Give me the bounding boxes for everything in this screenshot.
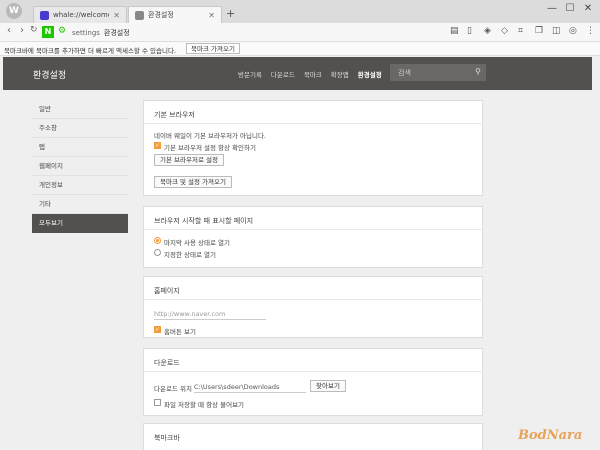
divider xyxy=(144,229,484,230)
naver-home-icon[interactable]: N xyxy=(42,26,54,38)
browse-button[interactable]: 찾아보기 xyxy=(310,380,346,392)
section-title: 기본 브라우저 xyxy=(154,111,195,119)
settings-page-icon: ⚙ xyxy=(58,26,67,36)
radio-label: 마지막 사용 상태로 열기 xyxy=(164,239,230,247)
url-field[interactable]: settings 환경설정 xyxy=(72,28,130,38)
divider xyxy=(144,371,484,372)
menu-bookmarks[interactable]: 북마크 xyxy=(304,69,322,79)
settings-header: 환경설정 방문기록 다운로드 북마크 확장앱 환경설정 검색 ⚲ xyxy=(3,57,597,90)
new-tab-button[interactable]: + xyxy=(226,8,235,20)
url-scheme: settings xyxy=(72,29,100,37)
tab-label: 환경설정 xyxy=(148,11,174,19)
whale-logo-icon[interactable]: W xyxy=(6,3,22,19)
title-bar: W whale://welcome ✕ 환경설정 ✕ + — ☐ ✕ xyxy=(0,0,600,23)
copy-icon[interactable]: ❐ xyxy=(535,26,543,36)
search-icon[interactable]: ⚲ xyxy=(475,67,481,76)
watermark-logo: BodNara xyxy=(518,428,583,443)
maximize-button[interactable]: ☐ xyxy=(562,3,578,14)
menu-downloads[interactable]: 다운로드 xyxy=(271,69,295,79)
url-title: 환경설정 xyxy=(103,29,130,37)
top-menu: 방문기록 다운로드 북마크 확장앱 환경설정 xyxy=(238,69,382,79)
bookmark-notice-bar: 북마크바에 북마크를 추가하면 더 빠르게 액세스할 수 있습니다. 북마크 가… xyxy=(0,42,600,56)
whale-favicon-icon xyxy=(40,10,49,20)
menu-settings[interactable]: 환경설정 xyxy=(358,69,382,79)
default-browser-status: 네이버 웨일이 기본 브라우저가 아닙니다. xyxy=(154,132,266,140)
crop-icon[interactable]: ⌗ xyxy=(518,26,523,36)
homepage-url-input[interactable]: http://www.naver.com xyxy=(154,309,266,320)
settings-sidebar: 일반 주소창 탭 웹페이지 개인정보 기타 모두보기 xyxy=(32,100,128,233)
sidebar-item-webpage[interactable]: 웹페이지 xyxy=(32,157,128,176)
settings-favicon-icon xyxy=(135,10,144,20)
default-browser-card: 기본 브라우저 네이버 웨일이 기본 브라우저가 아닙니다. ✓ 기본 브라우저… xyxy=(143,100,484,196)
radio-label: 지정한 상태로 열기 xyxy=(164,251,216,259)
sidebar-item-privacy[interactable]: 개인정보 xyxy=(32,176,128,195)
shield-icon[interactable]: ◈ xyxy=(484,26,491,36)
set-default-browser-button[interactable]: 기본 브라우저로 설정 xyxy=(154,154,224,166)
search-input[interactable]: 검색 ⚲ xyxy=(390,64,486,81)
startup-card: 브라우저 시작할 때 표시할 페이지 마지막 사용 상태로 열기 지정한 상태로… xyxy=(143,206,484,268)
tab-settings[interactable]: 환경설정 ✕ xyxy=(128,6,222,23)
sidebar-item-show-all[interactable]: 모두보기 xyxy=(32,214,128,233)
mobile-window-icon[interactable]: ▯ xyxy=(467,26,472,36)
checkbox-label: 홈버튼 보기 xyxy=(164,328,196,336)
section-title: 다운로드 xyxy=(154,359,180,367)
home-button-checkbox[interactable]: ✓ xyxy=(154,326,161,333)
page-title: 환경설정 xyxy=(33,71,67,81)
startup-specific-page-radio[interactable] xyxy=(154,249,161,256)
tab-label: whale://welcome xyxy=(53,11,110,19)
startup-last-session-radio[interactable] xyxy=(154,237,161,244)
minimize-button[interactable]: — xyxy=(544,3,560,14)
sidebar-item-address-bar[interactable]: 주소창 xyxy=(32,119,128,138)
close-icon[interactable]: ✕ xyxy=(208,11,215,20)
download-card: 다운로드 다운로드 위치 C:\Users\sdeer\Downloads 찾아… xyxy=(143,348,484,416)
extension-icon[interactable]: ◇ xyxy=(501,26,508,36)
menu-history[interactable]: 방문기록 xyxy=(238,69,262,79)
menu-icon[interactable]: ⋮ xyxy=(586,26,595,36)
section-title: 브라우저 시작할 때 표시할 페이지 xyxy=(154,217,254,225)
page-scrollbar[interactable] xyxy=(592,57,600,450)
forward-arrow-icon[interactable]: › xyxy=(20,25,24,36)
default-browser-check-checkbox[interactable]: ✓ xyxy=(154,142,161,149)
section-title: 북마크바 xyxy=(154,434,180,442)
homepage-card: 홈페이지 http://www.naver.com ✓ 홈버튼 보기 xyxy=(143,276,484,338)
import-bookmarks-button[interactable]: 북마크 가져오기 xyxy=(186,43,240,54)
bookmark-notice-text: 북마크바에 북마크를 추가하면 더 빠르게 액세스할 수 있습니다. xyxy=(4,47,177,55)
search-placeholder: 검색 xyxy=(398,69,411,77)
download-location-label: 다운로드 위치 xyxy=(154,385,192,393)
sidebar-item-general[interactable]: 일반 xyxy=(32,100,128,119)
ask-save-location-checkbox[interactable] xyxy=(154,399,161,406)
address-bar: ‹ › ↻ N ⚙ settings 환경설정 ▤ ▯ ◈ ◇ ⌗ ❐ ◫ ◎ ⋮ xyxy=(0,23,600,42)
close-icon[interactable]: ✕ xyxy=(113,11,120,20)
tab-welcome[interactable]: whale://welcome ✕ xyxy=(33,6,127,23)
import-settings-button[interactable]: 북마크 및 설정 가져오기 xyxy=(154,176,232,188)
sidebar-item-other[interactable]: 기타 xyxy=(32,195,128,214)
checkbox-label: 파일 저장할 때 항상 물어보기 xyxy=(164,401,245,409)
sidebar-item-tabs[interactable]: 탭 xyxy=(32,138,128,157)
checkbox-label: 기본 브라우저 설정 항상 확인하기 xyxy=(164,144,256,152)
section-title: 홈페이지 xyxy=(154,287,180,295)
bookmark-bar-card: 북마크바 xyxy=(143,423,483,450)
divider xyxy=(144,123,484,124)
profile-icon[interactable]: ◎ xyxy=(569,26,577,36)
reload-icon[interactable]: ↻ xyxy=(30,25,38,35)
split-view-icon[interactable]: ◫ xyxy=(552,26,561,36)
divider xyxy=(144,299,484,300)
close-window-button[interactable]: ✕ xyxy=(580,3,596,14)
back-arrow-icon[interactable]: ‹ xyxy=(7,25,11,36)
sidebar-icon[interactable]: ▤ xyxy=(450,26,459,36)
download-location-field[interactable]: C:\Users\sdeer\Downloads xyxy=(194,382,306,393)
menu-extensions[interactable]: 확장앱 xyxy=(331,69,349,79)
